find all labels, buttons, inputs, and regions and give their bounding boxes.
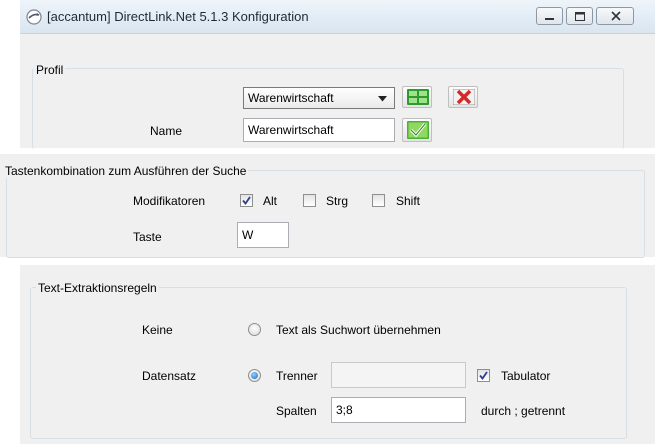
spalten-hint: durch ; getrennt (481, 404, 566, 418)
strg-checkbox[interactable] (303, 194, 316, 207)
modifiers-label: Modifikatoren (133, 194, 206, 208)
close-icon (611, 11, 621, 21)
profile-select-value: Warenwirtschaft (248, 91, 334, 105)
datensatz-label: Datensatz (142, 369, 197, 383)
tasten-panel: Tastenkombination zum Ausführen der Such… (0, 154, 655, 258)
name-input[interactable]: Warenwirtschaft (243, 118, 395, 142)
add-profile-button[interactable] (402, 86, 432, 108)
name-input-value: Warenwirtschaft (248, 123, 334, 137)
tasten-legend: Tastenkombination zum Ausführen der Such… (3, 164, 249, 178)
taste-label: Taste (133, 230, 162, 244)
delete-profile-button[interactable] (448, 86, 478, 108)
close-button[interactable] (596, 7, 634, 25)
minimize-button[interactable] (536, 7, 563, 25)
strg-label: Strg (326, 194, 349, 208)
trenner-label: Trenner (276, 369, 318, 383)
app-icon (26, 9, 42, 25)
window-title: [accantum] DirectLink.Net 5.1.3 Konfigur… (47, 9, 309, 24)
checkmark-icon (242, 196, 251, 205)
trenner-input[interactable] (331, 362, 466, 388)
minimize-icon (545, 18, 554, 20)
profil-panel: Profil Warenwirtschaft Name Warenwirtsch… (20, 34, 655, 149)
alt-checkbox[interactable] (240, 194, 253, 207)
keine-option-label: Text als Suchwort übernehmen (276, 323, 441, 337)
radio-selected-dot (251, 372, 258, 379)
spalten-label: Spalten (276, 404, 317, 418)
grid-add-icon (407, 89, 429, 105)
maximize-button[interactable] (566, 7, 593, 25)
taste-input-value: W (242, 228, 254, 242)
shift-checkbox[interactable] (372, 194, 385, 207)
spalten-input[interactable]: 3;8 (331, 397, 466, 423)
title-bar: [accantum] DirectLink.Net 5.1.3 Konfigur… (20, 0, 655, 34)
delete-icon (453, 89, 475, 105)
tasten-group (6, 170, 645, 258)
shift-label: Shift (396, 194, 421, 208)
extraktion-legend: Text-Extraktionsregeln (36, 281, 159, 295)
alt-label: Alt (263, 194, 278, 208)
tabulator-checkbox[interactable] (477, 369, 490, 382)
tabulator-label: Tabulator (501, 369, 551, 383)
name-label: Name (150, 124, 183, 138)
checkmark-icon (407, 121, 429, 139)
checkmark-icon (479, 371, 488, 380)
extraktion-panel: Text-Extraktionsregeln Keine Text als Su… (20, 265, 655, 444)
datensatz-radio[interactable] (248, 369, 261, 382)
spalten-input-value: 3;8 (336, 403, 353, 417)
keine-label: Keine (142, 323, 173, 337)
maximize-icon (575, 12, 585, 21)
taste-input[interactable]: W (237, 222, 289, 248)
profile-select[interactable]: Warenwirtschaft (243, 87, 395, 109)
profil-legend: Profil (34, 63, 66, 77)
confirm-name-button[interactable] (402, 118, 432, 142)
chevron-down-icon (378, 96, 387, 102)
keine-radio[interactable] (248, 323, 261, 336)
